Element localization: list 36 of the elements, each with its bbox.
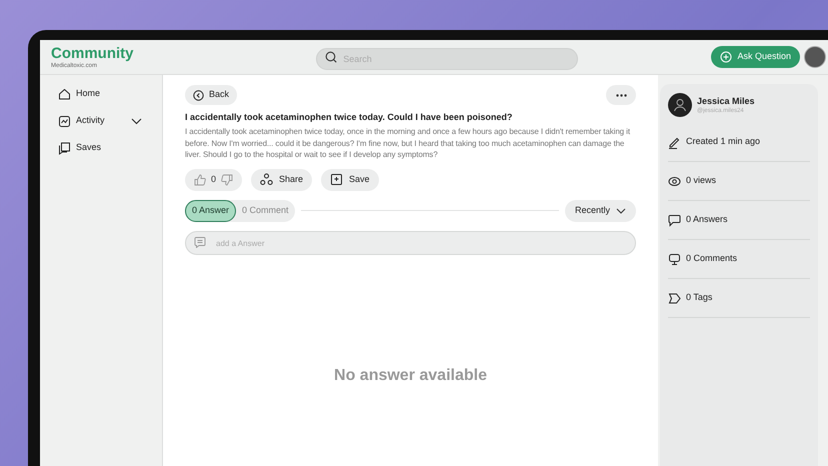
comment-icon	[194, 236, 206, 248]
more-icon	[616, 94, 626, 96]
stat-label: 0 views	[686, 174, 716, 188]
save-button[interactable]: Save	[321, 168, 379, 190]
search-icon	[325, 51, 338, 63]
user-avatar-icon	[668, 93, 692, 117]
more-options-button[interactable]	[606, 85, 636, 105]
empty-message: No answer available	[334, 366, 487, 386]
question-title: I accidentally took acetaminophen twice today. Could I have been poisoned?	[185, 111, 514, 123]
brand-title: Community	[51, 44, 134, 62]
question-body: I accidentally took acetaminophen twice today, once in the morning and once a few hours ago because I didn't remember taking it before. Now I'm worried... could it be dangerous? I'm fine now, but I heard that taking too much acetaminophen can damage the liver. Should I go to the hospital or wait to see if I develop any symptoms?	[185, 126, 631, 160]
activity-icon	[58, 114, 71, 128]
tab[interactable]: 0 Answer	[185, 200, 236, 222]
home-icon	[58, 88, 71, 100]
sidebar-item[interactable]: Home	[58, 87, 142, 101]
thumbs-down-icon[interactable]	[221, 174, 234, 186]
vote-control: 0	[185, 168, 242, 190]
stat-label: 0 Tags	[686, 291, 712, 304]
share-button[interactable]: Share	[251, 168, 312, 190]
sort-dropdown[interactable]: Recently	[564, 200, 636, 222]
saves-icon	[58, 142, 71, 154]
sidebar-item[interactable]: Saves	[58, 141, 142, 155]
stat-label: 0 Answers	[686, 213, 728, 226]
chevron-down-icon	[616, 208, 626, 214]
thumbs-up-icon[interactable]	[194, 174, 206, 186]
stat-label: Created 1 min ago	[686, 135, 760, 148]
answer-field[interactable]: add a Answer	[185, 231, 636, 255]
sidebar-item[interactable]: Activity	[58, 114, 142, 128]
share-icon	[260, 173, 274, 186]
stat-label: 0 Comments	[686, 252, 738, 266]
avatar[interactable]	[804, 46, 826, 68]
back-icon	[193, 90, 204, 100]
chevron-down-icon	[131, 118, 142, 124]
user-name: Jessica Miles	[697, 96, 755, 106]
plus-icon	[720, 51, 732, 63]
back-button[interactable]: Back	[185, 85, 238, 105]
